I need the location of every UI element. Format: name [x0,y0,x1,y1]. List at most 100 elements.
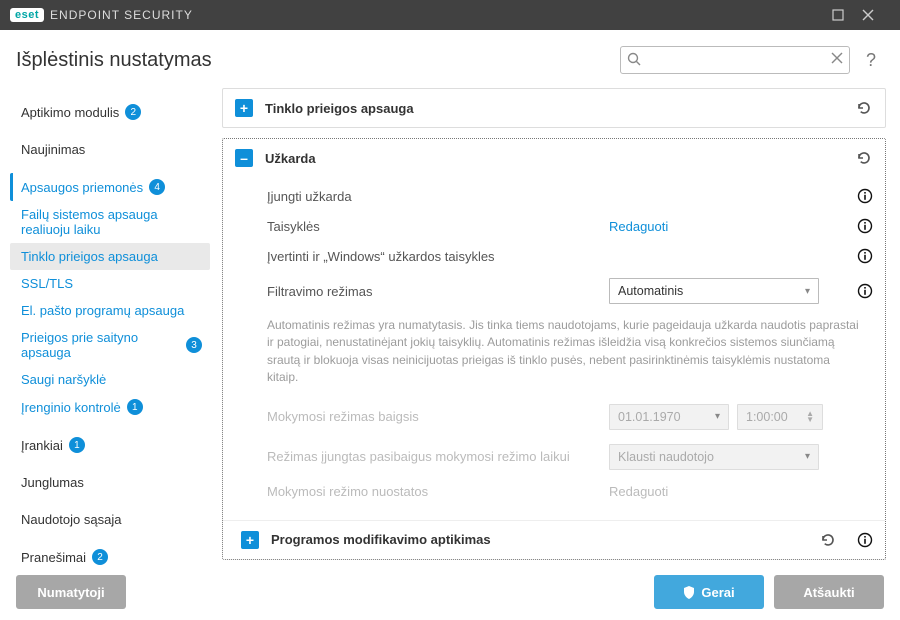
subpanel-app-mod-detection[interactable]: + Programos modifikavimo aptikimas [223,520,885,559]
search-input[interactable] [620,46,850,74]
search-wrap [620,46,850,74]
sidebar-item[interactable]: Failų sistemos apsauga realiuoju laiku [10,201,210,243]
chevron-down-icon: ▾ [805,286,810,297]
badge: 2 [125,104,141,120]
sidebar: Aptikimo modulis 2 Naujinimas Apsaugos prie… [0,82,216,564]
sidebar-item-label: Saugi naršyklė [21,372,106,387]
sidebar-item-label: El. pašto programų apsauga [21,303,184,318]
info-icon[interactable] [857,188,873,204]
sidebar-item[interactable]: Apsaugos priemonės 4 [10,173,210,201]
select-value: Automatinis [618,284,683,298]
sidebar-item[interactable]: Prieigos prie saityno apsauga 3 [10,324,210,366]
sidebar-item-label: Įrenginio kontrolė [21,400,121,415]
info-icon[interactable] [857,248,873,264]
expand-icon: + [235,99,253,117]
row-rules: Taisyklės Redaguoti [267,211,873,241]
sidebar-item[interactable]: Tinklo prieigos apsauga [10,243,210,270]
panel-header[interactable]: + Tinklo prieigos apsauga [223,89,885,127]
panel-network-access: + Tinklo prieigos apsauga [222,88,886,128]
panel-firewall: – Užkarda Įjungti užkarda Tais [222,138,886,560]
ok-button[interactable]: Gerai [654,575,764,609]
app-name: ENDPOINT SECURITY [50,8,193,22]
label: Režimas įjungtas pasibaigus mokymosi rež… [267,449,597,464]
window-close-icon[interactable] [862,9,892,21]
sidebar-item[interactable]: El. pašto programų apsauga [10,297,210,324]
sidebar-item-label: Apsaugos priemonės [21,180,143,195]
expand-icon: + [241,531,259,549]
label: Mokymosi režimo nuostatos [267,484,597,499]
sidebar-item[interactable]: Aptikimo modulis 2 [10,98,210,126]
sidebar-item-label: Pranešimai [21,550,86,565]
shield-icon [683,586,695,599]
learning-end-time: 1:00:00 ▲▼ [737,404,823,430]
badge: 1 [69,437,85,453]
time-value: 1:00:00 [746,410,788,424]
sidebar-item-label: Junglumas [21,475,84,490]
page-title: Išplėstinis nustatymas [16,49,212,72]
sidebar-item-label: Naujinimas [21,142,85,157]
sidebar-item[interactable]: Įrankiai 1 [10,431,210,459]
sidebar-item-label: Naudotojo sąsaja [21,512,121,527]
footer: Numatytoji Gerai Atšaukti [0,564,900,620]
undo-icon[interactable] [819,531,837,549]
learning-end-date: 01.01.1970 ▾ [609,404,729,430]
badge: 4 [149,179,165,195]
filter-mode-description: Automatinis režimas yra numatytasis. Jis… [267,311,873,397]
titlebar: eset ENDPOINT SECURITY [0,0,900,30]
sidebar-item[interactable]: Junglumas [10,469,210,496]
label: Filtravimo režimas [267,284,597,299]
sidebar-item[interactable]: Naudotojo sąsaja [10,506,210,533]
label: Įvertinti ir „Windows“ užkardos taisykle… [267,249,597,264]
undo-icon[interactable] [855,99,873,117]
learning-settings-link: Redaguoti [609,484,668,499]
label: Įjungti užkarda [267,189,597,204]
sidebar-item-label: SSL/TLS [21,276,73,291]
main: + Tinklo prieigos apsauga – Užkarda Įjun… [216,82,900,564]
panel-title: Užkarda [265,151,835,166]
info-icon[interactable] [857,218,873,234]
window-maximize-icon[interactable] [832,9,862,21]
row-windows-rules: Įvertinti ir „Windows“ užkardos taisykle… [267,241,873,271]
info-icon[interactable] [857,283,873,299]
sidebar-item[interactable]: Naujinimas [10,136,210,163]
sidebar-item[interactable]: Saugi naršyklė [10,366,210,393]
select-value: Klausti naudotojo [618,450,714,464]
row-learning-settings: Mokymosi režimo nuostatos Redaguoti [267,477,873,506]
undo-icon[interactable] [855,149,873,167]
date-value: 01.01.1970 [618,410,681,424]
spinner-icon: ▲▼ [806,411,814,423]
info-icon[interactable] [857,532,873,548]
header: Išplėstinis nustatymas ? [0,30,900,82]
sidebar-item-label: Įrankiai [21,438,63,453]
sidebar-item[interactable]: Įrenginio kontrolė 1 [10,393,210,421]
sidebar-item[interactable]: Pranešimai 2 [10,543,210,571]
subpanel-title: Programos modifikavimo aptikimas [271,532,799,547]
panel-title: Tinklo prieigos apsauga [265,101,835,116]
sidebar-item[interactable]: SSL/TLS [10,270,210,297]
cancel-button[interactable]: Atšaukti [774,575,884,609]
badge: 2 [92,549,108,565]
help-icon[interactable]: ? [862,50,880,71]
collapse-icon: – [235,149,253,167]
label: Mokymosi režimas baigsis [267,409,597,424]
label: Taisyklės [267,219,597,234]
sidebar-item-label: Failų sistemos apsauga realiuoju laiku [21,207,202,237]
search-icon [626,51,642,67]
edit-rules-link[interactable]: Redaguoti [609,219,668,234]
chevron-down-icon: ▾ [805,451,810,462]
row-after-learning: Režimas įjungtas pasibaigus mokymosi rež… [267,437,873,477]
panel-header[interactable]: – Užkarda [223,139,885,177]
filter-mode-select[interactable]: Automatinis ▾ [609,278,819,304]
ok-label: Gerai [701,585,734,600]
badge: 1 [127,399,143,415]
sidebar-item-label: Prieigos prie saityno apsauga [21,330,180,360]
after-learning-select: Klausti naudotojo ▾ [609,444,819,470]
chevron-down-icon: ▾ [715,411,720,422]
row-filter-mode: Filtravimo režimas Automatinis ▾ [267,271,873,311]
default-button[interactable]: Numatytoji [16,575,126,609]
sidebar-item-label: Tinklo prieigos apsauga [21,249,158,264]
row-enable-firewall: Įjungti užkarda [267,181,873,211]
clear-icon[interactable] [830,51,844,65]
badge: 3 [186,337,202,353]
sidebar-item-label: Aptikimo modulis [21,105,119,120]
